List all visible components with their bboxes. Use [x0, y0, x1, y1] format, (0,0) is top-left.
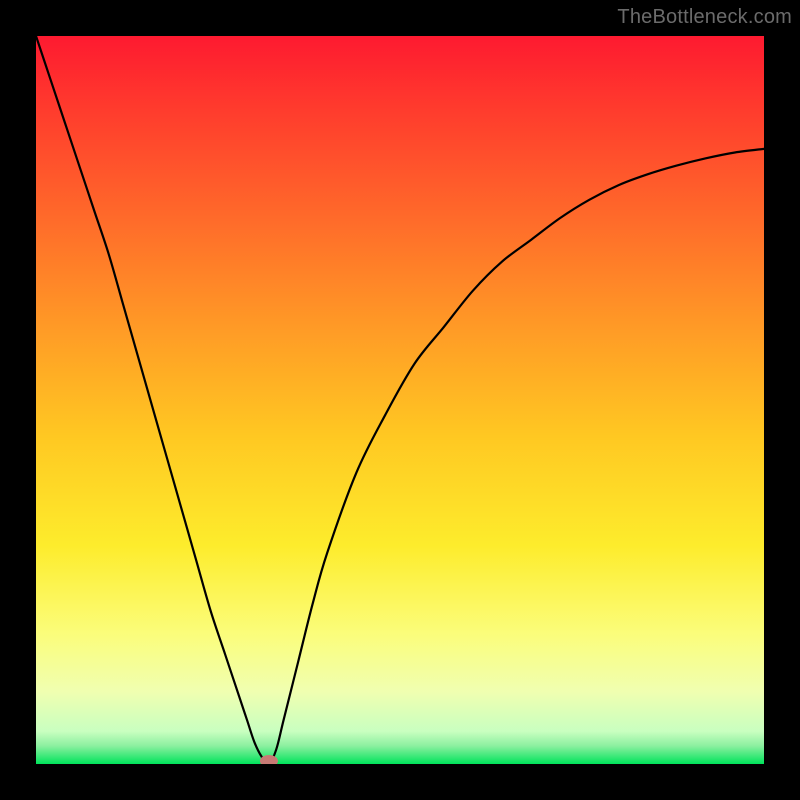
watermark-text: TheBottleneck.com: [617, 6, 792, 29]
plot-area: [36, 36, 764, 764]
gradient-background: [36, 36, 764, 764]
chart-frame: TheBottleneck.com: [0, 0, 800, 800]
